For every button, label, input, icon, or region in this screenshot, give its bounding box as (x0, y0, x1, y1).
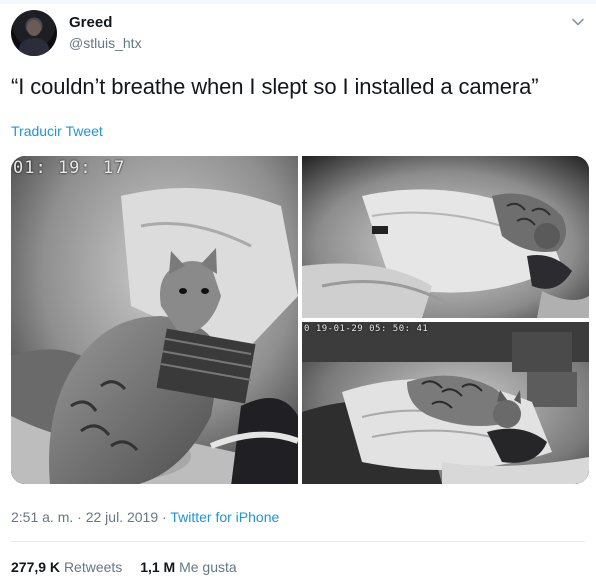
separator-dot: · (77, 509, 82, 525)
tweet-source-link[interactable]: Twitter for iPhone (170, 509, 279, 525)
user-handle[interactable]: @stluis_htx (69, 35, 142, 51)
retweets-stat[interactable]: 277,9 K Retweets (11, 559, 122, 575)
tweet-media-grid: 01: 19: 17 0 19-01-29 05: 50: 41 (11, 156, 589, 484)
night-vision-image-2 (302, 156, 589, 318)
tweet-text: “I couldn’t breathe when I slept so I in… (11, 74, 539, 99)
likes-stat[interactable]: 1,1 M Me gusta (140, 559, 237, 575)
photo-cat-on-sleeper-top[interactable] (302, 156, 589, 318)
photo-cat-on-sleeper-closeup[interactable]: 01: 19: 17 (11, 156, 298, 484)
likes-label: Me gusta (179, 559, 237, 575)
avatar-shoulders (19, 38, 49, 56)
avatar-face (27, 20, 41, 36)
retweets-label: Retweets (63, 559, 123, 575)
avatar[interactable] (11, 10, 57, 56)
divider (11, 541, 585, 542)
camera-timestamp-overlay-small: 0 19-01-29 05: 50: 41 (304, 324, 429, 334)
top-edge (0, 0, 596, 4)
separator-dot: · (162, 509, 167, 525)
likes-count: 1,1 M (140, 559, 176, 575)
camera-timestamp-overlay: 01: 19: 17 (13, 158, 126, 178)
translate-tweet-link[interactable]: Traducir Tweet (11, 123, 103, 139)
tweet-timestamp-line: 2:51 a. m. · 22 jul. 2019 · Twitter for … (11, 509, 279, 525)
retweets-count: 277,9 K (11, 559, 61, 575)
chevron-down-icon[interactable] (570, 14, 586, 30)
tweet-date[interactable]: 22 jul. 2019 (86, 509, 158, 525)
tweet-time[interactable]: 2:51 a. m. (11, 509, 73, 525)
night-vision-image-3 (302, 322, 589, 484)
tweet-stats: 277,9 K Retweets 1,1 M Me gusta (11, 559, 251, 575)
display-name[interactable]: Greed (69, 14, 112, 31)
night-vision-image-1 (11, 156, 298, 484)
photo-cat-on-sleeper-wide[interactable]: 0 19-01-29 05: 50: 41 (302, 322, 589, 484)
